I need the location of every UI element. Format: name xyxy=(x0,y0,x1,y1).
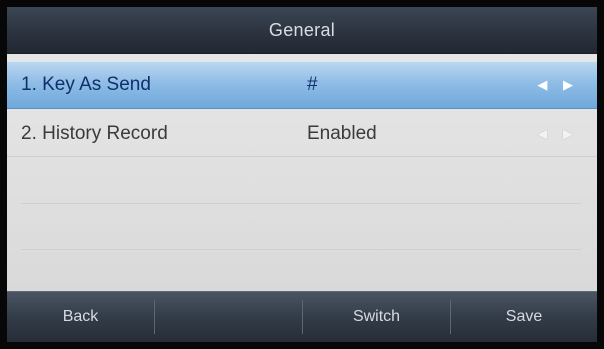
setting-row-history-record[interactable]: 2. History Record Enabled ◀ ▶ xyxy=(7,111,597,157)
softkey-save[interactable]: Save xyxy=(451,292,597,342)
setting-label: 1. Key As Send xyxy=(21,74,151,95)
softkey-switch[interactable]: Switch xyxy=(303,292,450,342)
setting-value: Enabled xyxy=(307,122,377,144)
title-bar: General xyxy=(7,7,597,54)
setting-value: # xyxy=(307,74,318,95)
setting-row-key-as-send[interactable]: 1. Key As Send # ◀ ▶ xyxy=(7,61,597,109)
left-right-arrows-icon[interactable]: ◀ ▶ xyxy=(537,77,579,93)
softkey-back[interactable]: Back xyxy=(7,292,154,342)
setting-label: 2. History Record xyxy=(21,122,168,144)
page-title: General xyxy=(268,19,336,40)
list-divider xyxy=(21,203,581,204)
phone-screen: General 1. Key As Send # ◀ ▶ 2. History … xyxy=(7,7,597,342)
left-right-arrows-icon[interactable]: ◀ ▶ xyxy=(537,126,579,142)
list-divider xyxy=(21,249,581,250)
softkey-bar: Back Switch Save xyxy=(7,291,597,342)
softkey-empty[interactable] xyxy=(155,292,302,342)
